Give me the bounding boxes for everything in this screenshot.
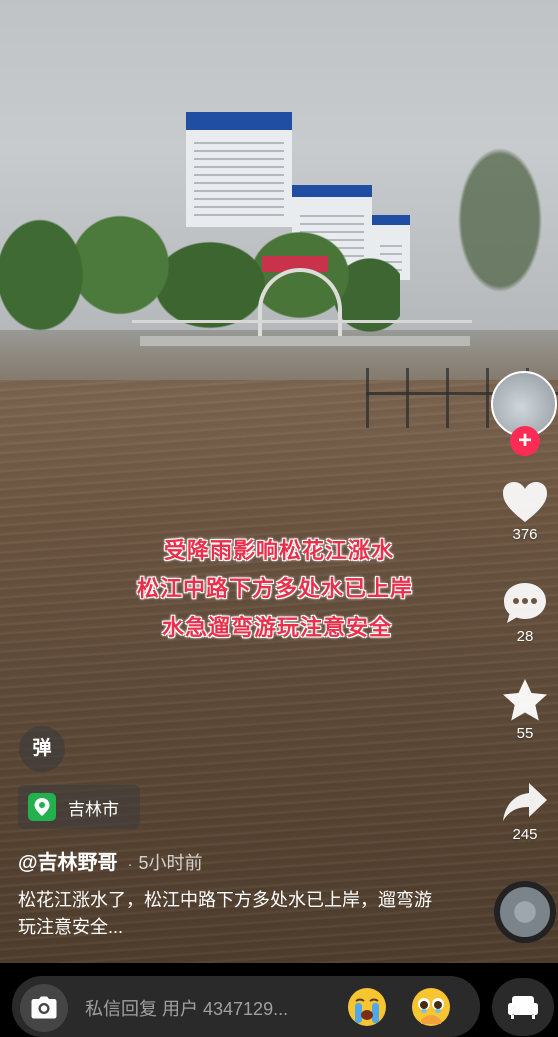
comment-button[interactable]: 28: [494, 580, 556, 645]
separator-dot: ·: [127, 856, 133, 873]
author-line: @吉林野哥 · 5小时前: [18, 846, 203, 875]
location-tag[interactable]: 吉林市: [18, 785, 140, 829]
couch-icon: [508, 996, 538, 1019]
post-time: 5小时前: [138, 853, 203, 873]
heart-icon: [503, 482, 547, 522]
camera-icon: [31, 996, 57, 1019]
willow-tree: [420, 80, 558, 360]
flood-water: [0, 380, 558, 963]
camera-button[interactable]: [20, 984, 68, 1032]
favorite-button[interactable]: 55: [494, 677, 556, 742]
bridge-deck: [140, 336, 470, 346]
caption-line-1: 受降雨影响松花江涨水: [163, 538, 394, 563]
location-city: 吉林市: [68, 799, 119, 819]
like-button[interactable]: 376: [494, 480, 556, 543]
share-button[interactable]: 245: [494, 780, 556, 843]
watch-together-button[interactable]: [492, 978, 554, 1036]
crying-emoji-icon[interactable]: [346, 986, 388, 1028]
location-pin-icon: [28, 793, 56, 821]
danmaku-toggle-button[interactable]: 弹: [19, 726, 65, 772]
like-count: 376: [512, 526, 538, 543]
share-count: 245: [512, 826, 538, 843]
comment-icon: [504, 583, 546, 623]
author-name[interactable]: @吉林野哥: [18, 852, 118, 874]
music-disc[interactable]: [494, 881, 556, 943]
caption-line-3: 水急遛弯游玩注意安全: [161, 615, 392, 640]
reply-input[interactable]: 私信回复 用户 4347129...: [85, 995, 335, 1021]
favorite-count: 55: [516, 725, 534, 742]
caption-line-2: 松江中路下方多处水已上岸: [136, 576, 413, 601]
comment-count: 28: [516, 628, 534, 645]
share-icon: [503, 783, 547, 821]
follow-button[interactable]: +: [510, 426, 540, 456]
star-icon: [503, 679, 547, 721]
post-description[interactable]: 松花江涨水了，松江中路下方多处水已上岸，遛弯游玩注意安全...: [18, 887, 438, 941]
pleading-emoji-icon[interactable]: [410, 986, 452, 1028]
